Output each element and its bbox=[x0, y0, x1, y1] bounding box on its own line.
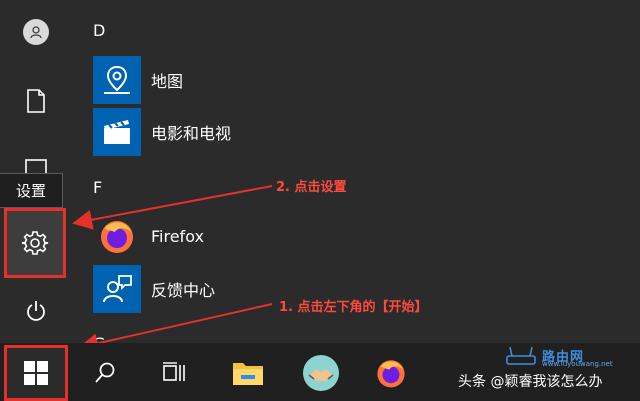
windows-logo-icon bbox=[24, 361, 48, 385]
taskbar-firefox-button[interactable] bbox=[366, 350, 416, 396]
file-explorer-icon bbox=[233, 363, 263, 385]
router-logo-icon bbox=[506, 346, 536, 365]
task-view-button[interactable] bbox=[150, 350, 200, 396]
brand-url: www.luyouwang.net bbox=[542, 360, 613, 368]
handshake-icon bbox=[303, 355, 339, 391]
firefox-icon bbox=[377, 360, 405, 388]
arrow-to-start bbox=[78, 303, 273, 354]
annotation-step1: 1. 点击左下角的【开始】 bbox=[279, 300, 428, 315]
teams-button[interactable] bbox=[296, 350, 346, 396]
author-watermark: 头条 @颖睿我该怎么办 bbox=[458, 374, 603, 390]
start-button[interactable] bbox=[4, 345, 68, 401]
taskbar-search-button[interactable] bbox=[80, 350, 130, 396]
task-view-icon bbox=[163, 362, 185, 381]
arrow-to-settings bbox=[72, 185, 273, 230]
annotation-arrows bbox=[72, 185, 273, 354]
annotation-step2: 2. 点击设置 bbox=[276, 180, 347, 195]
file-explorer-button[interactable] bbox=[223, 350, 273, 396]
search-icon bbox=[95, 362, 115, 383]
